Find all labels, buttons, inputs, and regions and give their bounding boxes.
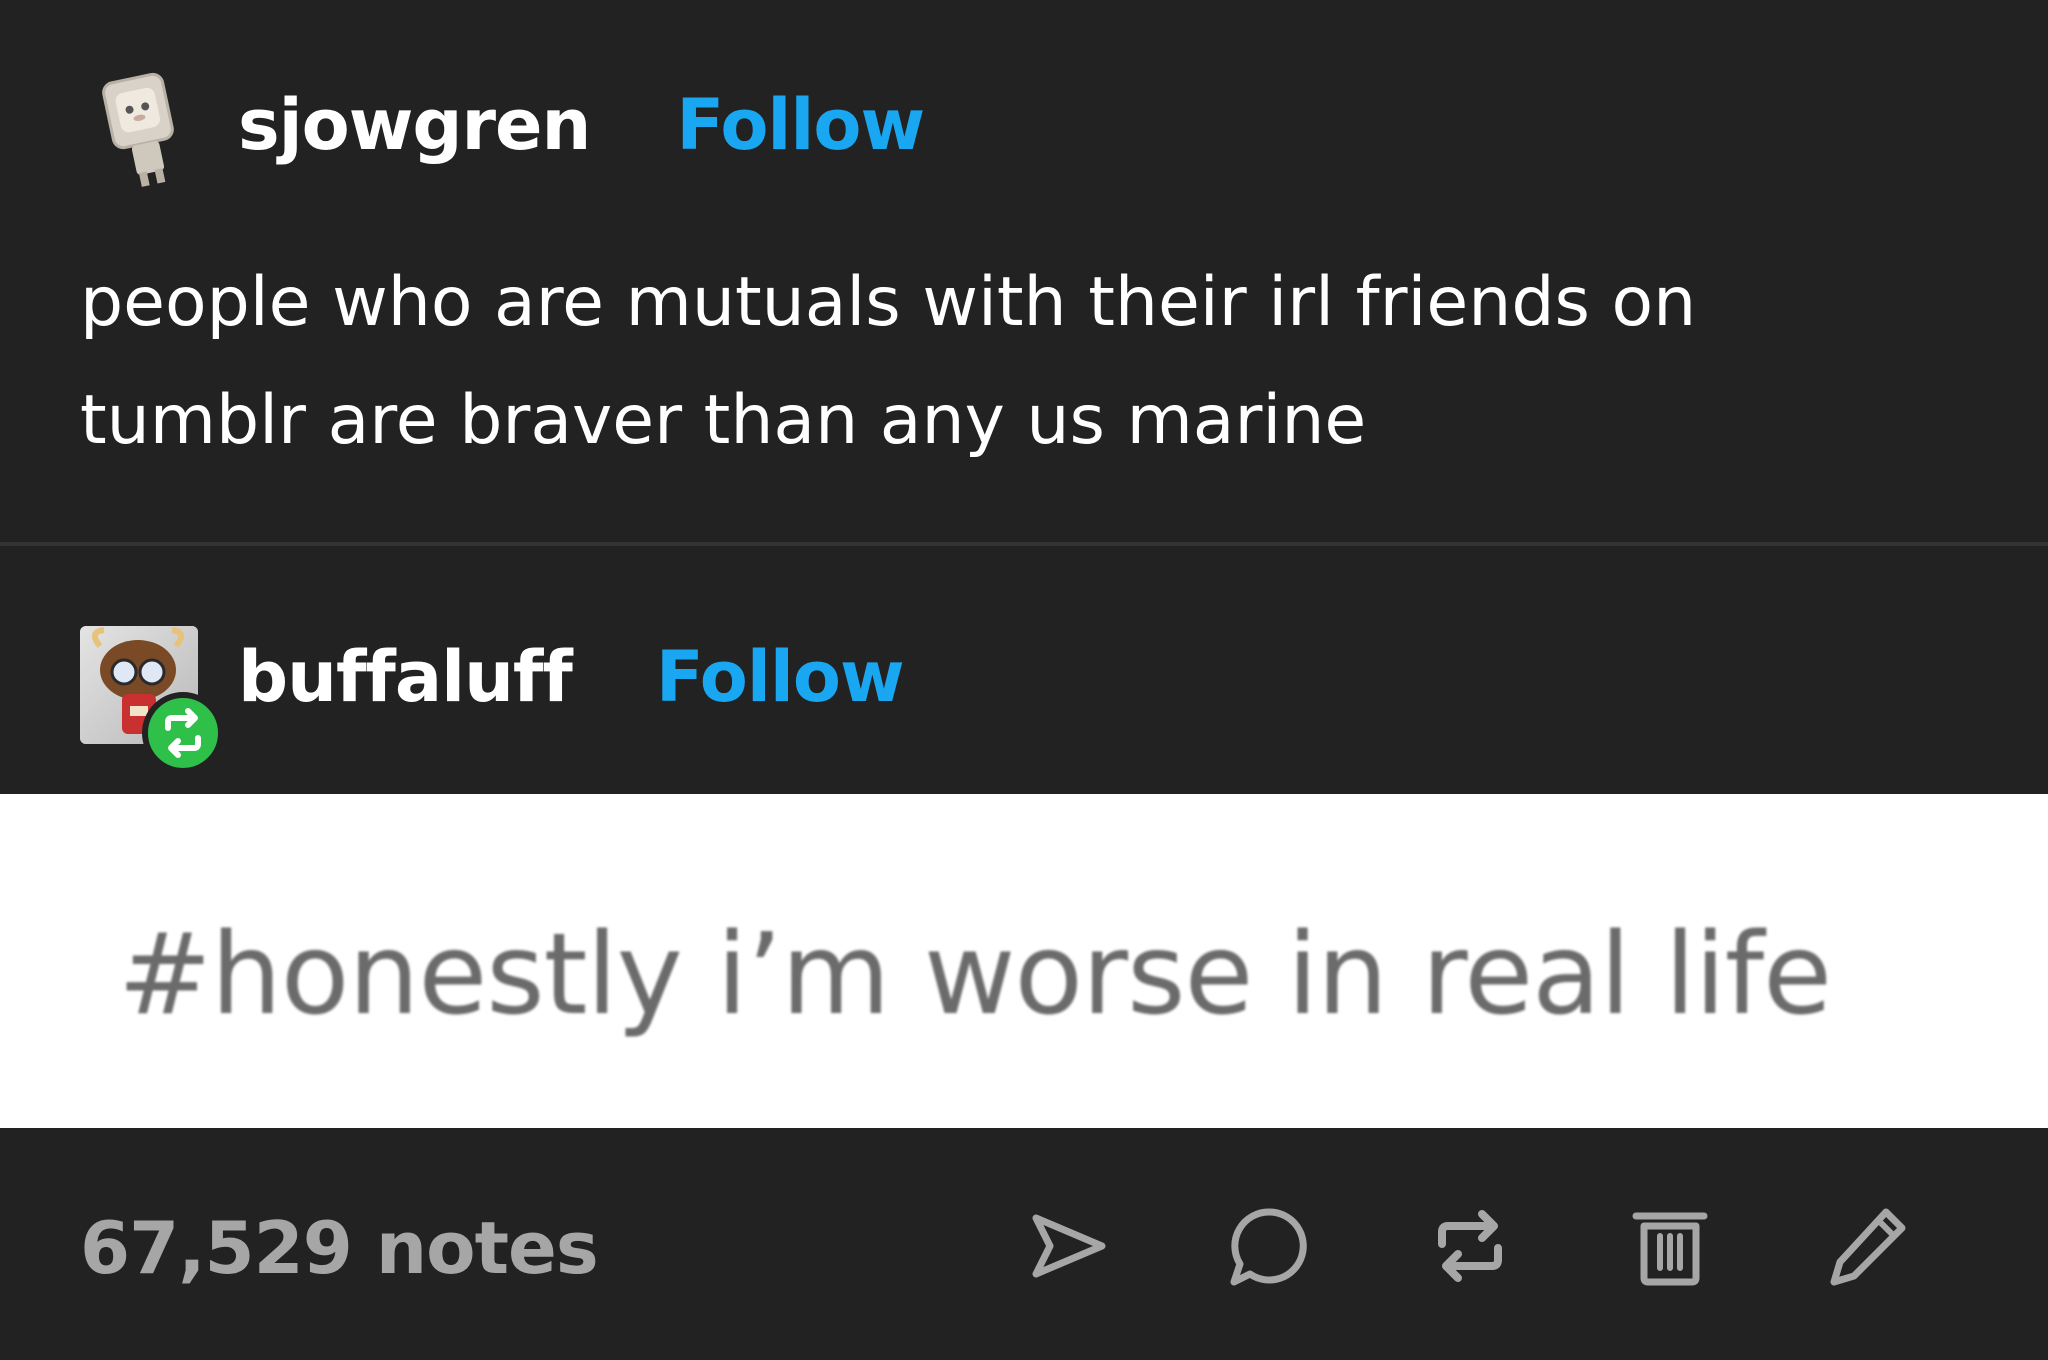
reblog-icon[interactable]	[1426, 1202, 1514, 1290]
post-header-2: buffaluff Follow	[238, 636, 905, 718]
reply-icon[interactable]	[1226, 1202, 1314, 1290]
post-header-1: sjowgren Follow	[238, 84, 925, 166]
follow-button[interactable]: Follow	[676, 84, 925, 166]
notes-count[interactable]: 67,529 notes	[80, 1206, 599, 1290]
edit-icon[interactable]	[1824, 1202, 1912, 1290]
delete-icon[interactable]	[1626, 1202, 1714, 1290]
post-tag[interactable]: #honestly i’m worse in real life	[118, 910, 1832, 1040]
post-body-text: people who are mutuals with their irl fr…	[80, 263, 1697, 460]
username-buffaluff[interactable]: buffaluff	[238, 636, 573, 718]
reblog-icon	[165, 708, 201, 758]
follow-button[interactable]: Follow	[656, 636, 905, 718]
avatar-sjowgren[interactable]	[98, 70, 182, 190]
share-icon[interactable]	[1024, 1202, 1112, 1290]
username-sjowgren[interactable]: sjowgren	[238, 84, 591, 166]
reblog-badge	[142, 692, 224, 774]
